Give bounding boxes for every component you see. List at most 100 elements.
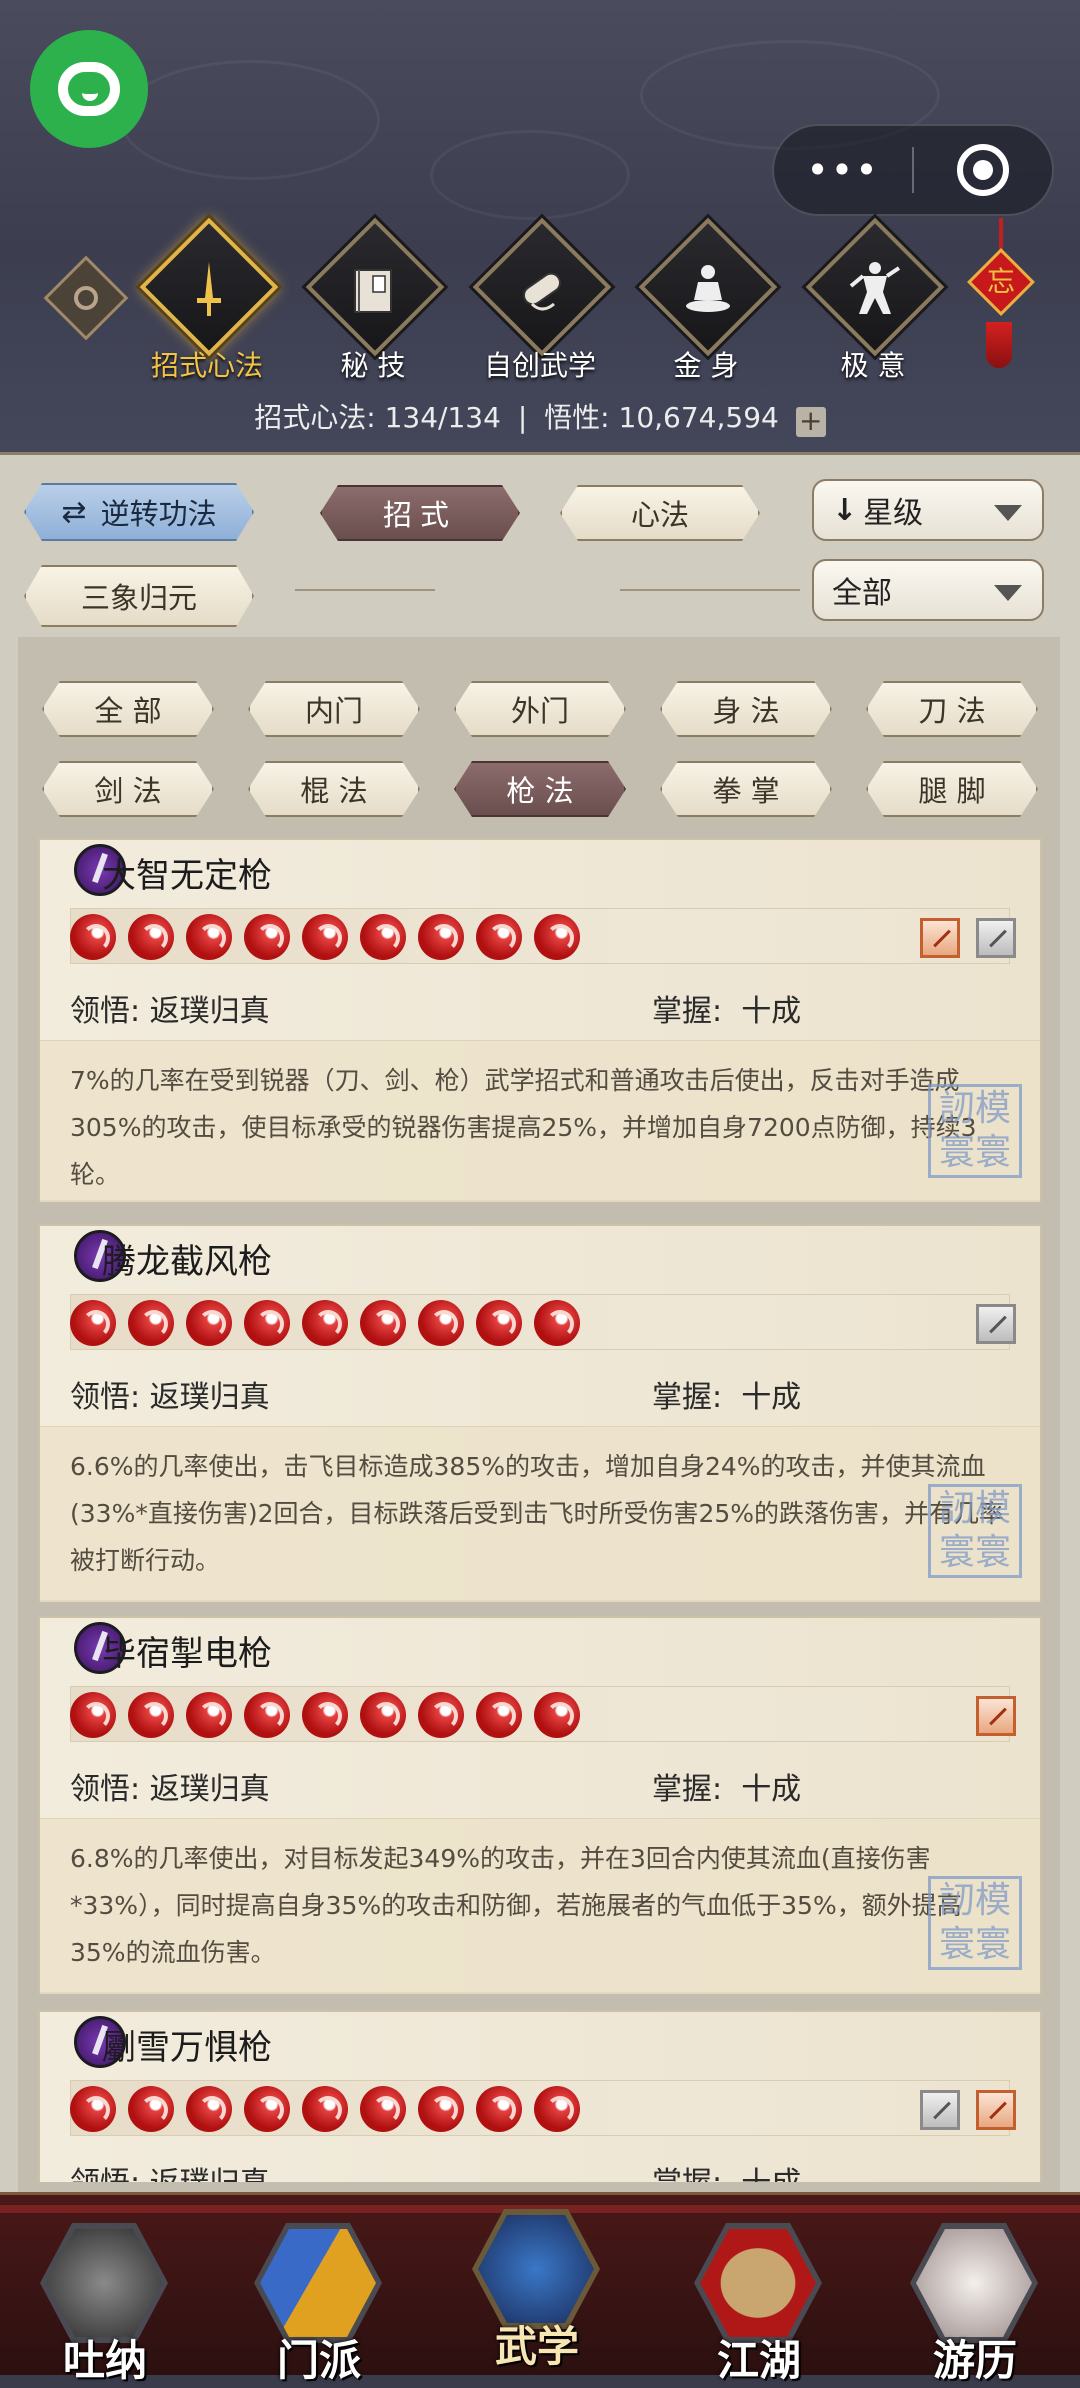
more-icon[interactable]: ••• [774,150,912,190]
zhangwo-value: 十成 [741,2166,801,2182]
star-icon [186,1300,232,1346]
bleed-icon[interactable] [976,1696,1016,1736]
zhangwo-row: 掌握: 十成 [652,2158,801,2182]
star-icon [534,1300,580,1346]
star-icon [476,1692,522,1738]
tab-label: 极 意 [840,349,906,382]
eye-icon[interactable] [43,255,129,341]
seal-stamp-icon: 訒模 寰寰 [928,1876,1022,1970]
star-icon [476,2086,522,2132]
category-jianfa[interactable]: 剑 法 [42,761,214,817]
lingwu-label: 领悟: [70,1772,141,1807]
category-tuijiao[interactable]: 腿 脚 [866,761,1038,817]
category-qiangfa[interactable]: 枪 法 [454,761,626,817]
nav-tuna[interactable]: 吐纳 [30,2215,180,2385]
tab-zhaoshi-xinfa[interactable]: 招式心法 [122,217,292,392]
meditation-icon [686,265,730,312]
skill-name: 腾龙截风枪 [102,1242,272,1282]
tab-label: 自创武学 [483,349,596,382]
chevron-down-icon [994,505,1022,521]
divider-ornament [295,589,435,591]
tab-jinshen[interactable]: 金 身 [621,217,791,392]
cloud-decoration [120,60,380,180]
sharp-weapon-icon[interactable] [920,2090,960,2130]
bottom-nav: 吐纳 门派 武学 江湖 游历 [0,2192,1080,2385]
tab-zichuang-wuxue[interactable]: 自创武学 [455,217,625,392]
nav-jianghu[interactable]: 江湖 [684,2215,834,2385]
chinese-knot-icon[interactable]: 忘 [966,218,1036,368]
lingwu-value: 返璞归真 [149,994,270,1029]
category-neimen[interactable]: 内门 [248,681,420,737]
star-icon [476,1300,522,1346]
star-icon [476,914,522,960]
lingwu-row: 领悟: 返璞归真 [70,2158,270,2182]
counter-attack-icon[interactable] [920,918,960,958]
sort-select[interactable]: ↓ 星级 [812,479,1044,541]
cloud-decoration [430,130,630,220]
zhangwo-value: 十成 [741,1380,802,1415]
category-label: 外门 [510,694,569,728]
sharp-weapon-icon[interactable] [976,918,1016,958]
tab-jiyi[interactable]: 极 意 [788,217,958,392]
zhangwo-row: 掌握: 十成 [652,1372,801,1416]
star-icon [302,914,348,960]
wechat-logo-icon[interactable] [30,30,148,148]
book-icon [354,269,392,313]
swap-icon: ⇄ [61,494,87,530]
stats-value-zhaoshi: 134/134 [384,401,501,434]
zhangwo-value: 十成 [741,994,802,1029]
stats-line: 招式心法: 134/134 | 悟性: 10,674,594 + [0,396,1080,437]
nav-menpai[interactable]: 门派 [244,2215,394,2385]
scope-select-value: 全部 [832,576,892,611]
star-icon [302,1300,348,1346]
nav-label: 武学 [494,2322,579,2371]
stats-value-wuxing: 10,674,594 [618,401,779,434]
tab-zhaoshi[interactable]: 招式 [320,485,520,541]
star-icon [128,2086,174,2132]
star-icon [70,2086,116,2132]
stats-label-wuxing: 悟性: [544,401,610,434]
star-icon [186,1692,232,1738]
add-icon[interactable]: + [795,407,826,437]
tab-label: 秘 技 [340,349,406,382]
reverse-gongfa-button[interactable]: ⇄ 逆转功法 [24,483,254,541]
sanxiang-guiyuan-button[interactable]: 三象归元 [24,565,254,627]
category-label: 刀 法 [918,694,986,728]
skill-list[interactable]: 大智无定枪 领悟: 返璞归真 掌握: 十成 7%的几率在受到锐器（刀、剑、枪）武… [38,838,1042,2182]
star-icon [70,914,116,960]
lingwu-label: 领悟: [70,1380,141,1415]
zhangwo-row: 掌握: 十成 [652,1764,801,1808]
knot-char: 忘 [986,265,1015,298]
category-label: 身 法 [712,694,780,728]
scope-select[interactable]: 全部 [812,559,1044,621]
nav-label: 游历 [932,2336,1017,2385]
sanxiang-label: 三象归元 [80,581,197,615]
star-icon [244,2086,290,2132]
tab-xinfa[interactable]: 心法 [560,485,760,541]
nav-wuxue[interactable]: 武学 [462,2201,612,2371]
skill-card[interactable]: 劚雪万惧枪 领悟: 返璞归真 掌握: 十成 [38,2010,1042,2182]
nav-youli[interactable]: 游历 [900,2215,1050,2385]
skill-card[interactable]: 毕宿掣电枪 领悟: 返璞归真 掌握: 十成 6.8%的几率使出，对目标发起349… [38,1616,1042,1994]
zhangwo-label: 掌握: [652,994,723,1029]
star-icon [534,2086,580,2132]
bleed-icon[interactable] [976,2090,1016,2130]
lingwu-value: 返璞归真 [149,1772,270,1807]
category-gunfa[interactable]: 棍 法 [248,761,420,817]
skill-card[interactable]: 腾龙截风枪 领悟: 返璞归真 掌握: 十成 6.6%的几率使出，击飞目标造成38… [38,1224,1042,1602]
category-label: 内门 [304,694,363,728]
star-icon [186,914,232,960]
category-all[interactable]: 全 部 [42,681,214,737]
close-target-icon[interactable] [914,144,1052,196]
category-daofa[interactable]: 刀 法 [866,681,1038,737]
category-quanzhang[interactable]: 拳 掌 [660,761,832,817]
nav-label: 江湖 [716,2336,801,2385]
lingwu-value: 返璞归真 [150,2166,270,2182]
star-icon [418,1692,464,1738]
knockup-icon[interactable] [976,1304,1016,1344]
category-waimen[interactable]: 外门 [454,681,626,737]
skill-card[interactable]: 大智无定枪 领悟: 返璞归真 掌握: 十成 7%的几率在受到锐器（刀、剑、枪）武… [38,838,1042,1202]
lingwu-label: 领悟: [70,2166,140,2182]
category-shenfa[interactable]: 身 法 [660,681,832,737]
tab-miji[interactable]: 秘 技 [288,217,458,392]
